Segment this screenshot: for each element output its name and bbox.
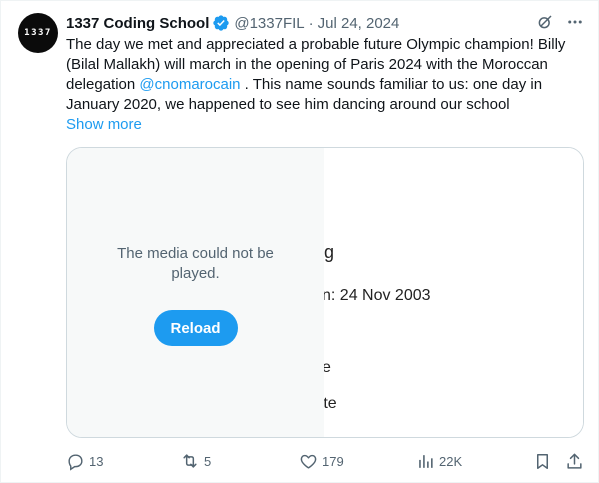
media-error-overlay: The media could not be played. Reload (67, 148, 324, 437)
reply-button[interactable]: 13 (66, 449, 103, 473)
reload-button[interactable]: Reload (153, 310, 238, 346)
like-button[interactable]: 179 (299, 449, 344, 473)
bookmark-icon (533, 452, 552, 471)
tweet-date[interactable]: Jul 24, 2024 (318, 15, 400, 32)
repost-icon (180, 451, 200, 471)
share-button[interactable] (565, 449, 584, 473)
views-button[interactable]: 22K (416, 449, 462, 473)
avatar[interactable]: 1337 (18, 13, 58, 53)
tweet-actions: 13 5 179 22K (66, 449, 586, 473)
reply-count: 13 (89, 453, 104, 469)
mention-link[interactable]: @cnomarocain (139, 76, 240, 93)
grok-icon[interactable] (536, 13, 554, 31)
header-separator: · (308, 14, 314, 32)
show-more-link[interactable]: Show more (66, 115, 142, 135)
header-actions (536, 13, 584, 31)
repost-count: 5 (204, 453, 212, 469)
media-container[interactable]: g n: 24 Nov 2003 e hlete The media could… (66, 147, 584, 438)
like-count: 179 (322, 453, 344, 469)
video-frame: g n: 24 Nov 2003 e hlete (302, 148, 583, 437)
views-count: 22K (439, 453, 463, 469)
reply-icon (66, 452, 85, 471)
share-icon (565, 452, 584, 471)
repost-button[interactable]: 5 (180, 449, 211, 473)
more-options-icon[interactable] (566, 13, 584, 31)
avatar-logo-text: 1337 (24, 28, 52, 38)
tweet-header: 1337 Coding School @1337FIL · Jul 24, 20… (66, 13, 399, 33)
frame-text-fragment: n: 24 Nov 2003 (322, 287, 431, 304)
bookmark-button[interactable] (533, 449, 552, 473)
media-error-message: The media could not be played. (117, 245, 274, 282)
tweet-text: The day we met and appreciated a probabl… (66, 35, 586, 115)
author-handle[interactable]: @1337FIL (234, 15, 304, 32)
tweet-card: 1337 1337 Coding School @1337FIL · Jul 2… (0, 0, 599, 483)
heart-icon (299, 452, 318, 471)
frame-text-fragment: g (324, 242, 335, 262)
author-name[interactable]: 1337 Coding School (66, 15, 209, 32)
analytics-icon (416, 452, 435, 471)
verified-badge-icon (212, 14, 230, 32)
